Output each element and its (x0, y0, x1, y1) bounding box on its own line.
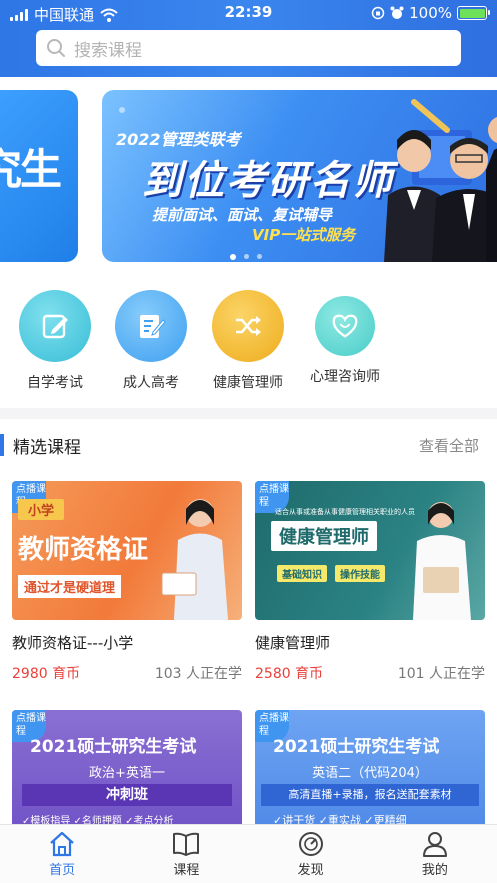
tab-label: 我的 (421, 863, 448, 878)
course-card[interactable]: 点播课程 适合从事或准备从事健康管理相关职业的人员 健康管理师 基础知识 操作技… (255, 481, 485, 683)
category-label: 心理咨询师 (310, 369, 380, 385)
banner-title: 2022管理类联考 (116, 130, 241, 149)
thumbnail-title: 健康管理师 (271, 521, 377, 551)
category-adult-college-exam[interactable]: 成人高考 (104, 290, 198, 392)
course-price: 2980 育币 (12, 666, 81, 682)
compass-icon (298, 832, 323, 856)
thumbnail-banner: 冲刺班 (22, 784, 232, 806)
banner-slide-previous[interactable]: 究生 (0, 90, 78, 262)
teachers-photo (384, 116, 497, 262)
alarm-icon (390, 6, 404, 19)
search-bar[interactable]: 搜索课程 (36, 30, 461, 66)
status-bar: 中国联通 22:39 100% (0, 0, 497, 26)
category-label: 自学考试 (27, 375, 83, 391)
featured-courses-header: 精选课程 查看全部 (0, 426, 497, 466)
learner-count: 103 人正在学 (154, 666, 242, 682)
banner-headline: 到位考研名师 (142, 158, 394, 204)
thumbnail-banner: 高清直播+录播，报名送配套素材 (261, 784, 479, 806)
search-icon (47, 39, 65, 57)
thumbnail-chip: 基础知识 (277, 565, 327, 582)
search-placeholder: 搜索课程 (74, 40, 142, 61)
thumbnail-caption: 适合从事或准备从事健康管理相关职业的人员 (275, 508, 415, 516)
view-all-link[interactable]: 查看全部 (419, 435, 479, 456)
home-icon (50, 831, 74, 857)
book-icon (173, 832, 200, 856)
banner-carousel[interactable]: 究生 2022管理类联考 到位考研名师 提前面试、面试、复试辅导 VIP一站式服… (0, 77, 497, 277)
carousel-dots[interactable] (230, 254, 262, 260)
thumbnail-slogan: 通过才是硬道理 (18, 575, 122, 598)
heart-care-icon (315, 296, 375, 356)
category-label: 健康管理师 (213, 375, 283, 391)
tab-me[interactable]: 我的 (373, 825, 497, 883)
tab-label: 发现 (297, 863, 324, 878)
app-screen: 中国联通 22:39 100% 搜索课程 生 2022管理类联考 到位考研名师 … (0, 0, 497, 883)
thumbnail-tag: 小学 (18, 499, 65, 520)
header: 中国联通 22:39 100% 搜索课程 (0, 0, 497, 77)
tab-discover[interactable]: 发现 (249, 825, 373, 883)
category-psych-counselor[interactable]: 心理咨询师 (298, 290, 392, 386)
carousel-dot[interactable] (257, 254, 262, 259)
carousel-dot[interactable] (244, 254, 249, 259)
battery-percent: 100% (409, 4, 452, 22)
category-grid: 自学考试 成人高考 健康管理师 心理咨询师 (0, 290, 497, 400)
section-title: 精选课程 (13, 438, 81, 458)
user-icon (422, 832, 447, 857)
tab-label: 首页 (49, 863, 76, 878)
banner-vip-line: VIP一站式服务 (252, 226, 356, 244)
tab-courses[interactable]: 课程 (124, 825, 248, 883)
category-self-study-exam[interactable]: 自学考试 (8, 290, 102, 392)
course-title: 健康管理师 (255, 634, 331, 652)
course-thumbnail: 点播课程 适合从事或准备从事健康管理相关职业的人员 健康管理师 基础知识 操作技… (255, 481, 485, 620)
course-thumbnail: 点播课程 小学 教师资格证 通过才是硬道理 (12, 481, 242, 620)
battery-icon (457, 6, 490, 20)
thumbnail-chip: 操作技能 (335, 565, 385, 582)
thumbnail-title: 教师资格证 (18, 535, 149, 565)
teacher-photo (161, 499, 228, 620)
tab-home[interactable]: 首页 (0, 825, 124, 883)
section-divider (0, 408, 497, 419)
banner-subline: 提前面试、面试、复试辅导 (152, 206, 333, 224)
thumbnail-title: 2021硕士研究生考试 (273, 737, 440, 757)
bottom-tab-bar: 首页 课程 发现 我的 (0, 824, 497, 883)
banner-previous-text: 究生 (0, 145, 62, 194)
doctor-photo (413, 502, 471, 620)
tab-label: 课程 (173, 863, 200, 878)
thumbnail-subtitle: 政治+英语一 (89, 766, 165, 781)
thumbnail-title: 2021硕士研究生考试 (30, 737, 197, 757)
shuffle-icon (212, 290, 284, 362)
thumbnail-subtitle: 英语二（代码204） (312, 766, 428, 781)
banner-slide-current[interactable]: 2022管理类联考 到位考研名师 提前面试、面试、复试辅导 VIP一站式服务 (102, 90, 497, 262)
category-label: 成人高考 (123, 375, 179, 391)
edit-note-icon (19, 290, 91, 362)
learner-count: 101 人正在学 (397, 666, 485, 682)
course-card[interactable]: 点播课程 小学 教师资格证 通过才是硬道理 教师资格证---小学 2980 育币… (12, 481, 242, 683)
course-title: 教师资格证---小学 (12, 634, 134, 652)
orientation-lock-icon (371, 6, 385, 20)
carousel-dot[interactable] (230, 254, 236, 260)
category-health-manager[interactable]: 健康管理师 (201, 290, 295, 392)
section-accent-bar (0, 434, 4, 456)
document-edit-icon (115, 290, 187, 362)
course-price: 2580 育币 (255, 666, 324, 682)
